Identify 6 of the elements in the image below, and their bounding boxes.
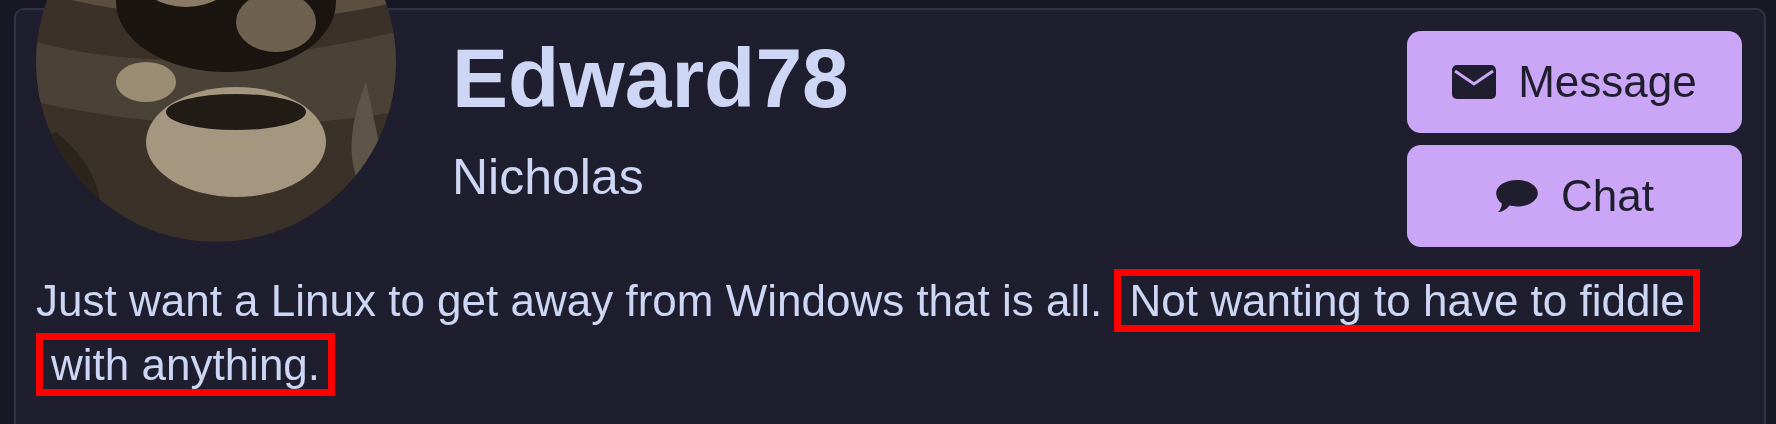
envelope-icon — [1452, 64, 1497, 100]
chat-button[interactable]: Chat — [1407, 145, 1742, 247]
message-button[interactable]: Message — [1407, 31, 1742, 133]
username: Edward78 — [452, 36, 850, 120]
speech-bubble-icon — [1495, 178, 1539, 214]
display-name: Nicholas — [452, 148, 645, 206]
